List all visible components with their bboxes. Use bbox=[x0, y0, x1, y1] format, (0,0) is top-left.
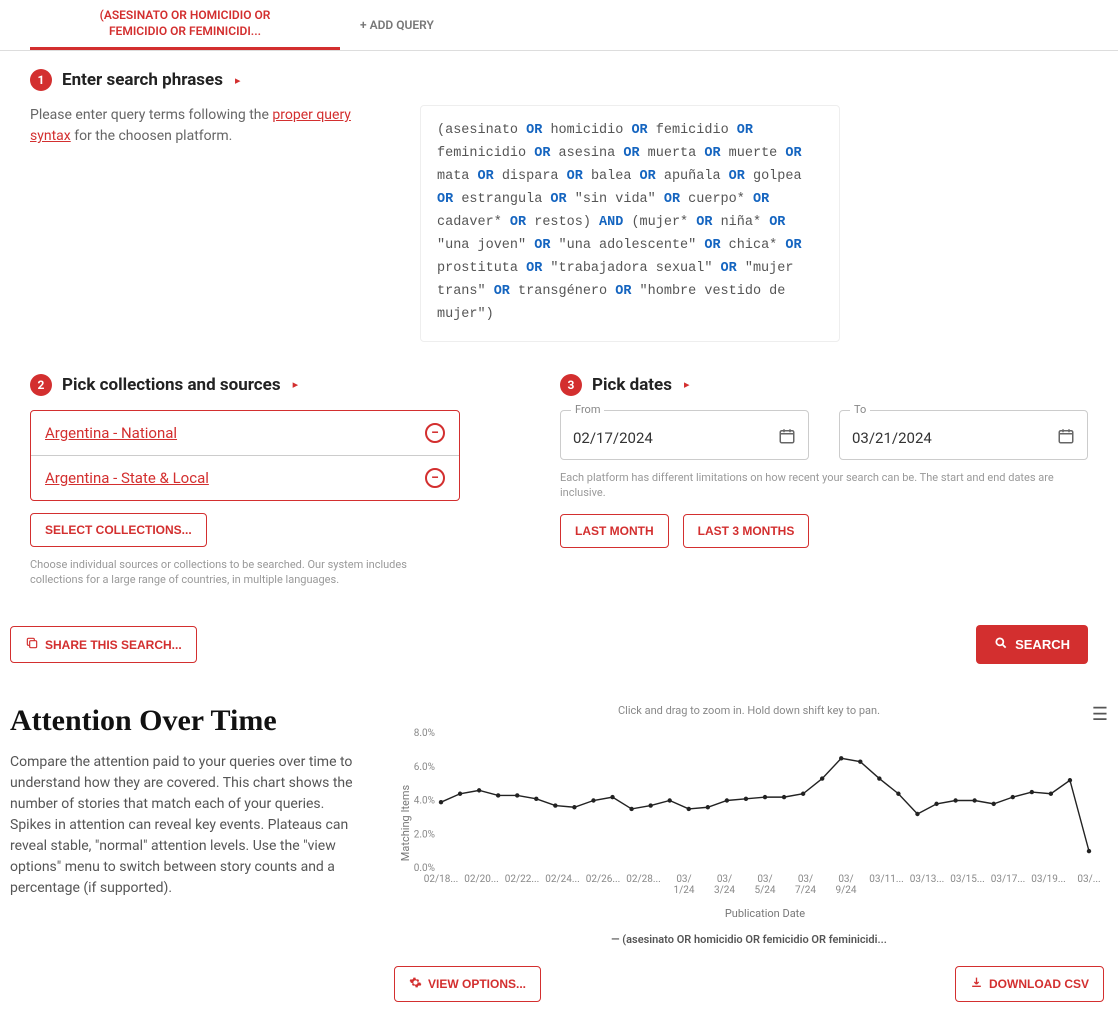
remove-collection-icon[interactable]: − bbox=[425, 468, 445, 488]
step2-title: Pick collections and sources bbox=[62, 375, 281, 395]
svg-text:03/: 03/ bbox=[838, 874, 853, 885]
svg-text:02/24...: 02/24... bbox=[545, 874, 580, 885]
svg-text:0.0%: 0.0% bbox=[414, 863, 435, 874]
step2-help: Choose individual sources or collections… bbox=[30, 557, 460, 588]
to-date-field[interactable]: To 03/21/2024 bbox=[839, 410, 1088, 460]
view-options-button[interactable]: VIEW OPTIONS... bbox=[394, 966, 541, 1002]
step1-badge: 1 bbox=[30, 69, 52, 91]
chart-legend: — (asesinato OR homicidio OR femicidio O… bbox=[390, 933, 1108, 946]
svg-text:03/17...: 03/17... bbox=[991, 874, 1026, 885]
svg-text:03/15...: 03/15... bbox=[950, 874, 985, 885]
svg-text:8.0%: 8.0% bbox=[414, 728, 435, 739]
collection-link[interactable]: Argentina - National bbox=[45, 424, 177, 442]
gear-icon bbox=[409, 976, 422, 992]
step3-title: Pick dates bbox=[592, 375, 672, 395]
download-icon bbox=[970, 976, 983, 992]
svg-text:02/28...: 02/28... bbox=[626, 874, 661, 885]
svg-text:02/26...: 02/26... bbox=[586, 874, 621, 885]
from-value: 02/17/2024 bbox=[573, 429, 653, 447]
copy-icon bbox=[25, 636, 39, 653]
chart-hint: Click and drag to zoom in. Hold down shi… bbox=[390, 704, 1108, 717]
results-section: Attention Over Time Compare the attentio… bbox=[0, 694, 1118, 1022]
results-description: Compare the attention paid to your queri… bbox=[10, 752, 360, 899]
svg-text:03/: 03/ bbox=[676, 874, 691, 885]
svg-text:02/18...: 02/18... bbox=[424, 874, 459, 885]
query-input[interactable]: (asesinato OR homicidio OR femicidio OR … bbox=[420, 105, 840, 341]
svg-text:3/24: 3/24 bbox=[714, 885, 735, 896]
step1-helper: Please enter query terms following the p… bbox=[30, 105, 380, 147]
last-month-button[interactable]: LAST MONTH bbox=[560, 514, 669, 548]
svg-text:Publication Date: Publication Date bbox=[725, 907, 805, 920]
from-date-field[interactable]: From 02/17/2024 bbox=[560, 410, 809, 460]
attention-chart[interactable]: 0.0% 2.0% 4.0% 6.0% 8.0% Matching Items 02/18.… bbox=[390, 723, 1108, 923]
step2-badge: 2 bbox=[30, 374, 52, 396]
chevron-right-icon: ▸ bbox=[293, 378, 299, 391]
action-bar: SHARE THIS SEARCH... SEARCH bbox=[0, 605, 1118, 694]
download-csv-button[interactable]: DOWNLOAD CSV bbox=[955, 966, 1104, 1002]
svg-text:02/20...: 02/20... bbox=[464, 874, 499, 885]
svg-text:9/24: 9/24 bbox=[836, 885, 857, 896]
step2-section: 2 Pick collections and sources ▸ Argenti… bbox=[30, 374, 460, 588]
from-label: From bbox=[571, 403, 604, 416]
search-button[interactable]: SEARCH bbox=[976, 625, 1088, 664]
collection-item: Argentina - State & Local − bbox=[31, 456, 459, 500]
svg-text:03/11...: 03/11... bbox=[869, 874, 904, 885]
collections-list: Argentina - National−Argentina - State &… bbox=[30, 410, 460, 501]
calendar-icon[interactable] bbox=[1057, 427, 1075, 449]
svg-text:5/24: 5/24 bbox=[755, 885, 776, 896]
svg-text:6.0%: 6.0% bbox=[414, 762, 435, 773]
last-3-months-button[interactable]: LAST 3 MONTHS bbox=[683, 514, 810, 548]
query-tabs: (ASESINATO OR HOMICIDIO OR FEMICIDIO OR … bbox=[0, 0, 1118, 51]
to-value: 03/21/2024 bbox=[852, 429, 932, 447]
svg-text:03/: 03/ bbox=[757, 874, 772, 885]
svg-text:03/: 03/ bbox=[798, 874, 813, 885]
to-label: To bbox=[850, 403, 870, 416]
step3-help: Each platform has different limitations … bbox=[560, 470, 1088, 501]
calendar-icon[interactable] bbox=[778, 427, 796, 449]
svg-text:Matching Items: Matching Items bbox=[399, 785, 412, 862]
step3-section: 3 Pick dates ▸ From 02/17/2024 To 03/21/… bbox=[560, 374, 1088, 588]
svg-text:02/22...: 02/22... bbox=[505, 874, 540, 885]
share-search-button[interactable]: SHARE THIS SEARCH... bbox=[10, 626, 197, 663]
svg-text:2.0%: 2.0% bbox=[414, 830, 435, 841]
collection-link[interactable]: Argentina - State & Local bbox=[45, 469, 209, 487]
svg-text:03/19...: 03/19... bbox=[1031, 874, 1066, 885]
step1-title: Enter search phrases bbox=[62, 70, 223, 90]
results-title: Attention Over Time bbox=[10, 704, 360, 738]
collection-item: Argentina - National − bbox=[31, 411, 459, 456]
search-icon bbox=[994, 636, 1008, 653]
svg-text:03/...: 03/... bbox=[1077, 874, 1100, 885]
chevron-right-icon: ▸ bbox=[684, 378, 690, 391]
svg-text:4.0%: 4.0% bbox=[414, 796, 435, 807]
select-collections-button[interactable]: SELECT COLLECTIONS... bbox=[30, 513, 207, 547]
svg-text:7/24: 7/24 bbox=[795, 885, 816, 896]
active-query-tab[interactable]: (ASESINATO OR HOMICIDIO OR FEMICIDIO OR … bbox=[30, 0, 340, 50]
chevron-right-icon: ▸ bbox=[235, 74, 241, 87]
chart-menu-icon[interactable]: ☰ bbox=[1092, 704, 1108, 725]
remove-collection-icon[interactable]: − bbox=[425, 423, 445, 443]
svg-text:03/13...: 03/13... bbox=[910, 874, 945, 885]
step3-badge: 3 bbox=[560, 374, 582, 396]
chart-area: Click and drag to zoom in. Hold down shi… bbox=[390, 704, 1108, 1002]
svg-text:1/24: 1/24 bbox=[674, 885, 695, 896]
add-query-button[interactable]: + ADD QUERY bbox=[340, 8, 454, 42]
step1-section: 1 Enter search phrases ▸ Please enter qu… bbox=[0, 51, 1118, 359]
svg-text:03/: 03/ bbox=[717, 874, 732, 885]
